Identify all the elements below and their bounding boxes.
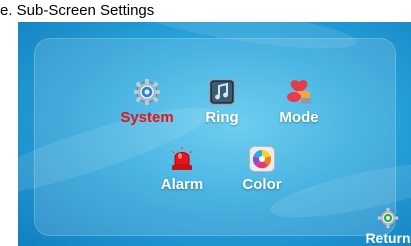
menu-item-mode[interactable]: Mode — [259, 78, 339, 126]
color-wheel-icon — [249, 146, 275, 172]
menu-item-ring-label: Ring — [205, 109, 239, 126]
return-gear-icon — [377, 207, 399, 229]
return-button[interactable]: Return — [365, 207, 411, 246]
caption-bar: e. Sub-Screen Settings — [0, 0, 411, 22]
menu-item-color-label: Color — [242, 176, 282, 193]
menu-item-ring[interactable]: Ring — [182, 78, 262, 126]
menu-item-system-label: System — [120, 109, 174, 126]
menu-item-mode-label: Mode — [279, 109, 319, 126]
menu-panel — [34, 38, 396, 236]
sub-screen: System Ring Mode Alarm Color Return — [18, 22, 411, 246]
menu-item-color[interactable]: Color — [222, 145, 302, 193]
mode-icon — [287, 80, 311, 104]
menu-item-alarm-label: Alarm — [160, 176, 204, 193]
caption-text: e. Sub-Screen Settings — [0, 2, 155, 19]
return-label: Return — [365, 230, 411, 246]
gear-icon — [134, 79, 160, 105]
alarm-siren-icon — [171, 147, 193, 170]
music-note-icon — [208, 78, 236, 106]
menu-item-alarm[interactable]: Alarm — [142, 145, 222, 193]
menu-item-system[interactable]: System — [107, 78, 187, 126]
